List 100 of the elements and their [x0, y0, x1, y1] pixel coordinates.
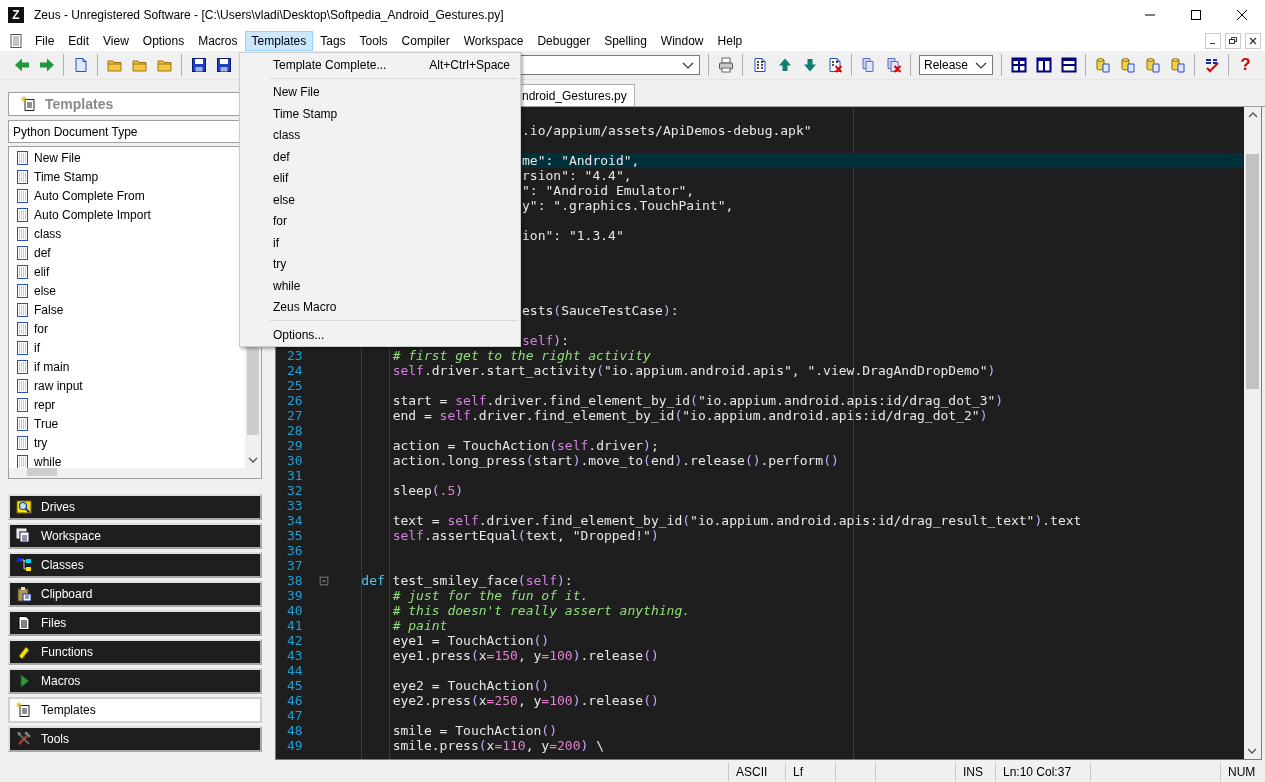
configuration-dropdown[interactable]: Release — [919, 55, 993, 75]
columns-layout-icon[interactable] — [1035, 57, 1052, 73]
code-line: def test_smiley_face(self): — [361, 573, 573, 588]
documents-delete-icon[interactable] — [885, 57, 902, 73]
code-line: eye1 = TouchAction() — [392, 633, 550, 648]
list-item[interactable]: try — [9, 433, 245, 452]
panel-button[interactable]: Templates — [8, 697, 262, 723]
code-fragment: ": "Android Emulator", — [522, 183, 695, 198]
template-document-icon — [14, 453, 30, 470]
menu-item[interactable]: Edit — [61, 30, 97, 51]
line-number: 28 — [287, 423, 303, 438]
code-fragment: ion": "1.3.4" — [522, 228, 624, 243]
rows-layout-icon[interactable] — [1060, 57, 1077, 73]
line-number: 45 — [287, 678, 303, 693]
template-document-icon — [14, 434, 30, 451]
new-document-icon[interactable] — [72, 57, 89, 73]
menu-item[interactable]: View — [96, 30, 136, 51]
database-document-icon[interactable] — [1169, 57, 1186, 73]
menu-item[interactable]: Template Complete... Alt+Ctrl+Space — [240, 54, 520, 76]
folder-icon[interactable] — [106, 57, 123, 73]
menu-item[interactable]: Spelling — [597, 30, 654, 51]
list-item[interactable]: raw input — [9, 376, 245, 395]
menu-item[interactable]: Help — [710, 30, 750, 51]
line-number: 39 — [287, 588, 303, 603]
close-icon[interactable] — [1245, 32, 1261, 49]
printer-icon[interactable] — [717, 57, 734, 73]
vertical-scrollbar[interactable] — [1244, 107, 1261, 759]
document-icon[interactable] — [8, 32, 24, 49]
folder-icon[interactable] — [131, 57, 148, 73]
line-number: 30 — [287, 453, 303, 468]
panel-button[interactable]: Tools — [8, 726, 262, 752]
code-line: # this doesn't really assert anything. — [392, 603, 691, 618]
code-line: eye2 = TouchAction() — [392, 678, 550, 693]
menu-item[interactable]: Tags — [313, 30, 353, 51]
template-document-icon — [14, 301, 30, 318]
panel-button[interactable]: Files — [8, 610, 262, 636]
help-icon[interactable]: ? — [1240, 56, 1251, 74]
menu-item[interactable]: Options — [135, 30, 192, 51]
menu-item[interactable]: Window — [653, 30, 711, 51]
template-document-icon — [16, 702, 32, 718]
scrollbar-thumb[interactable] — [1246, 154, 1259, 389]
code-line: eye1.press(x=150, y=100).release() — [392, 648, 659, 663]
horizontal-scrollbar[interactable] — [9, 468, 261, 478]
arrow-right-icon[interactable] — [38, 57, 55, 73]
code-line: self.driver.start_activity("io.appium.android.apis", ".view.DragAndDropDemo") — [392, 363, 996, 378]
code-fragment: me": "Android", — [522, 153, 640, 168]
arrow-left-icon[interactable] — [13, 57, 30, 73]
menu-item[interactable]: Debugger — [530, 30, 598, 51]
panel-button[interactable]: Clipboard — [8, 581, 262, 607]
panel-button[interactable]: Classes — [8, 552, 262, 578]
template-document-icon — [14, 168, 30, 185]
panel-button[interactable]: Functions — [8, 639, 262, 665]
panel-button[interactable]: Drives — [8, 494, 262, 520]
code-fragment: rsion": "4.4", — [522, 168, 632, 183]
panel-button[interactable]: Workspace — [8, 523, 262, 549]
template-document-icon — [14, 244, 30, 261]
grid-layout-icon[interactable] — [1010, 57, 1027, 73]
list-item[interactable]: repr — [9, 395, 245, 414]
database-document-icon[interactable] — [1119, 57, 1136, 73]
scrollbar-thumb[interactable] — [27, 468, 57, 476]
clipboard-icon — [16, 586, 32, 602]
database-document-icon[interactable] — [1094, 57, 1111, 73]
menu-item[interactable]: Macros — [191, 30, 245, 51]
template-document-icon — [14, 377, 30, 394]
window-title: Zeus - Unregistered Software - [C:\Users\vladi\Desktop\Softpedia_Android_Gestures.py] — [34, 8, 505, 22]
documents-icon — [16, 528, 32, 544]
list-item[interactable]: while — [9, 452, 245, 471]
folder-icon[interactable] — [156, 57, 173, 73]
code-line: # just for the fun of it. — [392, 588, 589, 603]
line-number: 32 — [287, 483, 303, 498]
template-document-icon — [14, 320, 30, 337]
menu-item[interactable]: File — [28, 30, 62, 51]
shortcut-text: Alt+Ctrl+Space — [429, 57, 510, 72]
documents-icon[interactable] — [860, 57, 877, 73]
line-number: 42 — [287, 633, 303, 648]
menu-item[interactable]: Compiler — [394, 30, 457, 51]
line-number: 48 — [287, 723, 303, 738]
pencil-icon — [16, 644, 32, 660]
menu-item[interactable]: Templates — [244, 30, 314, 51]
restore-icon[interactable] — [1225, 32, 1241, 49]
database-document-icon[interactable] — [1144, 57, 1161, 73]
code-fragment: .io/appium/assets/ApiDemos-debug.apk" — [522, 123, 812, 138]
spell-check-icon[interactable] — [1203, 57, 1220, 73]
arrow-up-icon[interactable] — [776, 57, 793, 73]
line-number: 34 — [287, 513, 303, 528]
menu-item[interactable]: Workspace — [456, 30, 531, 51]
template-document-icon — [14, 339, 30, 356]
magnifier-folder-icon — [16, 499, 32, 515]
menu-item[interactable]: Tools — [352, 30, 395, 51]
binary-document-delete-icon[interactable] — [826, 57, 843, 73]
binary-document-icon[interactable] — [751, 57, 768, 73]
code-line: # first get to the right activity — [392, 348, 651, 363]
list-item[interactable]: True — [9, 414, 245, 433]
list-item[interactable]: if main — [9, 357, 245, 376]
template-document-icon — [14, 415, 30, 432]
collapse-icon[interactable] — [318, 573, 330, 588]
line-number: 29 — [287, 438, 303, 453]
panel-button[interactable]: Macros — [8, 668, 262, 694]
code-line: end = self.driver.find_element_by_id("io.appium.android.apis:id/drag_dot_2") — [392, 408, 988, 423]
line-number: 46 — [287, 693, 303, 708]
